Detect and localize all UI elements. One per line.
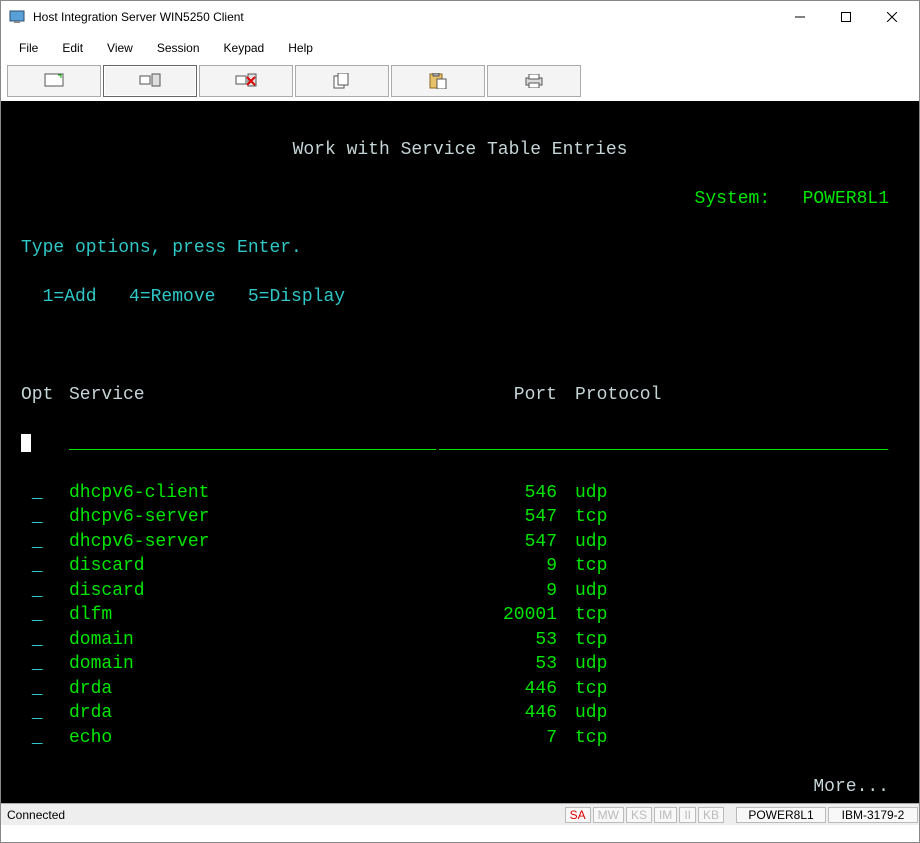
- cell-port: 446: [439, 701, 557, 726]
- cell-service: domain: [69, 652, 439, 677]
- cell-service: dhcpv6-client: [69, 481, 439, 506]
- cell-service: domain: [69, 628, 439, 653]
- cell-port: 53: [439, 652, 557, 677]
- terminal-icon: [44, 73, 64, 89]
- status-indicator: II: [679, 807, 696, 823]
- menu-edit[interactable]: Edit: [50, 37, 95, 59]
- cell-protocol: tcp: [575, 628, 875, 653]
- copy-icon: [333, 73, 351, 89]
- option-hints: 1=Add 4=Remove 5=Display: [21, 285, 899, 310]
- menu-view[interactable]: View: [95, 37, 145, 59]
- toolbar-btn-3[interactable]: [199, 65, 293, 97]
- column-headers: Opt Service Port Protocol: [21, 383, 899, 408]
- server-icon: [139, 73, 161, 89]
- window-title: Host Integration Server WIN5250 Client: [33, 10, 244, 24]
- toolbar-btn-4[interactable]: [295, 65, 389, 97]
- cell-protocol: udp: [575, 652, 875, 677]
- toolbar-btn-2[interactable]: [103, 65, 197, 97]
- cell-port: 547: [439, 530, 557, 555]
- table-row[interactable]: dhcpv6-server547 udp: [21, 530, 899, 555]
- menu-help[interactable]: Help: [276, 37, 325, 59]
- status-indicator: MW: [593, 807, 624, 823]
- col-protocol: Protocol: [575, 383, 875, 408]
- cell-port: 547: [439, 505, 557, 530]
- cell-protocol: tcp: [575, 603, 875, 628]
- close-button[interactable]: [869, 1, 915, 33]
- toolbar-btn-6[interactable]: [487, 65, 581, 97]
- cell-port: 9: [439, 579, 557, 604]
- disconnect-icon: [235, 73, 257, 89]
- table-row[interactable]: drda446 tcp: [21, 677, 899, 702]
- table-row[interactable]: domain53 tcp: [21, 628, 899, 653]
- instructions: Type options, press Enter.: [21, 236, 899, 261]
- status-indicator: SA: [565, 807, 591, 823]
- table-row[interactable]: drda446 udp: [21, 701, 899, 726]
- cell-protocol: udp: [575, 530, 875, 555]
- cell-port: 446: [439, 677, 557, 702]
- toolbar: [1, 65, 919, 97]
- cell-service: dhcpv6-server: [69, 505, 439, 530]
- status-connected: Connected: [1, 808, 71, 822]
- cell-port: 7: [439, 726, 557, 751]
- cell-protocol: udp: [575, 579, 875, 604]
- app-icon: [9, 9, 25, 25]
- print-icon: [524, 74, 544, 88]
- cell-protocol: tcp: [575, 505, 875, 530]
- terminal[interactable]: Work with Service Table Entries System: …: [1, 101, 919, 803]
- status-host: POWER8L1: [736, 807, 826, 823]
- minimize-button[interactable]: [777, 1, 823, 33]
- maximize-button[interactable]: [823, 1, 869, 33]
- status-indicator: KS: [626, 807, 652, 823]
- cell-port: 9: [439, 554, 557, 579]
- more-indicator: More...: [21, 775, 899, 800]
- menubar: File Edit View Session Keypad Help: [1, 33, 919, 65]
- cell-protocol: udp: [575, 481, 875, 506]
- col-port: Port: [439, 383, 557, 408]
- cell-port: 20001: [439, 603, 557, 628]
- col-service: Service: [69, 383, 439, 408]
- titlebar: Host Integration Server WIN5250 Client: [1, 1, 919, 33]
- header-underline-row: [21, 432, 899, 457]
- cell-service: dlfm: [69, 603, 439, 628]
- table-row[interactable]: discard9 tcp: [21, 554, 899, 579]
- cell-service: dhcpv6-server: [69, 530, 439, 555]
- cursor: [21, 434, 31, 452]
- col-opt: Opt: [21, 383, 69, 408]
- toolbar-btn-5[interactable]: [391, 65, 485, 97]
- toolbar-btn-1[interactable]: [7, 65, 101, 97]
- screen-heading: Work with Service Table Entries: [21, 138, 899, 163]
- cell-protocol: tcp: [575, 677, 875, 702]
- menu-file[interactable]: File: [7, 37, 50, 59]
- menu-session[interactable]: Session: [145, 37, 212, 59]
- cell-port: 546: [439, 481, 557, 506]
- table-row[interactable]: dhcpv6-server547 tcp: [21, 505, 899, 530]
- status-device: IBM-3179-2: [828, 807, 918, 823]
- table-row[interactable]: domain53 udp: [21, 652, 899, 677]
- cell-service: drda: [69, 701, 439, 726]
- menu-keypad[interactable]: Keypad: [212, 37, 277, 59]
- table-row[interactable]: dhcpv6-client546 udp: [21, 481, 899, 506]
- status-indicator: KB: [698, 807, 724, 823]
- cell-service: discard: [69, 579, 439, 604]
- system-line: System: POWER8L1: [21, 187, 899, 212]
- cell-port: 53: [439, 628, 557, 653]
- table-row[interactable]: echo7 tcp: [21, 726, 899, 751]
- cell-service: drda: [69, 677, 439, 702]
- statusbar: Connected SAMWKSIMIIKB POWER8L1 IBM-3179…: [1, 803, 919, 825]
- table-row[interactable]: discard9 udp: [21, 579, 899, 604]
- cell-service: discard: [69, 554, 439, 579]
- paste-icon: [429, 73, 447, 89]
- cell-protocol: udp: [575, 701, 875, 726]
- cell-protocol: tcp: [575, 554, 875, 579]
- status-indicator: IM: [654, 807, 677, 823]
- cell-protocol: tcp: [575, 726, 875, 751]
- cell-service: echo: [69, 726, 439, 751]
- table-row[interactable]: dlfm20001 tcp: [21, 603, 899, 628]
